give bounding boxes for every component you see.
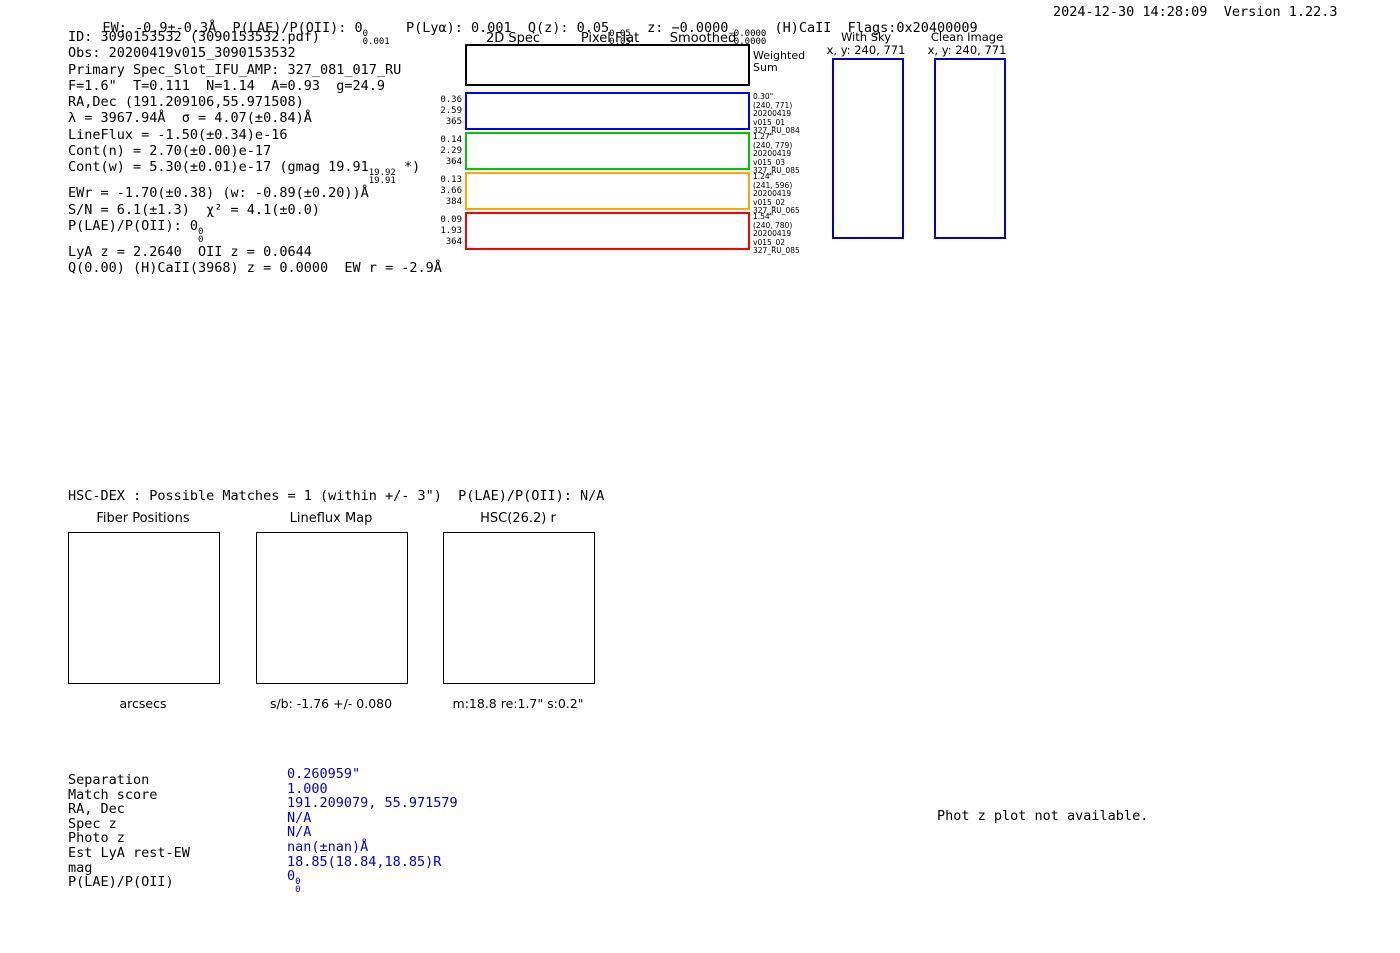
hsc-cutout-title: HSC(26.2) r xyxy=(443,511,593,526)
hsc-caption: m:18.8 re:1.7" s:0.2" xyxy=(433,696,603,711)
detection-info-block: ID: 3090153532 (3090153532.pdf) Obs: 202… xyxy=(68,29,442,277)
full-spectrum-chart xyxy=(60,270,1360,466)
twod-flat-image xyxy=(561,214,652,248)
twod-row-4-meta: 1.54"(240, 780)20200419v015_02327_RU_085 xyxy=(753,213,800,256)
version: Version 1.22.3 xyxy=(1224,4,1338,20)
clean-image xyxy=(934,58,1006,239)
twod-smoothed-image xyxy=(655,94,741,128)
info-line-seeing: F=1.6" T=0.111 N=1.14 A=0.93 g=24.9 xyxy=(68,78,442,94)
twod-row-1-weights: 0.362.59365 xyxy=(438,95,462,128)
twod-spec-image xyxy=(467,94,557,128)
twod-flat-image xyxy=(561,94,652,128)
twod-flat-image xyxy=(561,134,652,168)
twod-spec-image xyxy=(467,174,557,208)
match-table-labels: Separation Match score RA, Dec Spec z Ph… xyxy=(68,773,190,890)
twod-flat-image xyxy=(561,46,652,84)
twod-row-3-weights: 0.133.66384 xyxy=(438,175,462,208)
match-table-values: 0.260959" 1.000 191.209079, 55.971579 N/… xyxy=(287,767,458,894)
twod-row-weighted xyxy=(465,44,750,86)
header-timestamp-version: 2024-12-30 14:28:09 Version 1.22.3 xyxy=(1053,4,1338,20)
twod-smoothed-image xyxy=(655,134,741,168)
elixer-report-page: EW: -0.9±-0.3Å P(LAE)/P(OII): 000.001 P(… xyxy=(0,0,1400,953)
twod-flat-image xyxy=(561,174,652,208)
timestamp: 2024-12-30 14:28:09 xyxy=(1053,4,1207,20)
fiber-positions-image xyxy=(68,532,220,684)
info-line-id: ID: 3090153532 (3090153532.pdf) xyxy=(68,29,442,45)
line-fit-inset-chart xyxy=(1025,42,1315,227)
info-line-lineflux: LineFlux = -1.50(±0.34)e-16 xyxy=(68,127,442,143)
twod-spec-image xyxy=(467,214,557,248)
withsky-image xyxy=(832,58,904,239)
lineflux-caption: s/b: -1.76 +/- 0.080 xyxy=(246,696,416,711)
lineflux-map-title: Lineflux Map xyxy=(256,511,406,526)
info-line-plae: P(LAE)/P(OII): 000 xyxy=(68,218,442,244)
info-line-sn: S/N = 6.1(±1.3) χ² = 4.1(±0.0) xyxy=(68,202,442,218)
lineflux-map-image xyxy=(256,532,408,684)
twod-smoothed-image xyxy=(655,174,741,208)
twod-row-3 xyxy=(465,172,750,210)
info-line-radec: RA,Dec (191.209106,55.971508) xyxy=(68,94,442,110)
info-line-lambda: λ = 3967.94Å σ = 4.07(±0.84)Å xyxy=(68,110,442,126)
twod-row-3-meta: 1.24"(241, 596)20200419v015_02327_RU_065 xyxy=(753,173,800,216)
fiber-caption: arcsecs xyxy=(68,696,218,711)
twod-smoothed-image xyxy=(655,46,741,84)
twod-row-4 xyxy=(465,212,750,250)
fiber-positions-title: Fiber Positions xyxy=(68,511,218,526)
twod-spec-image xyxy=(467,46,557,84)
twod-row-1-meta: 0.30"(240, 771)20200419v015_01327_RU_084 xyxy=(753,93,800,136)
hsc-cutout-image xyxy=(443,532,595,684)
twod-row-4-weights: 0.091.93364 xyxy=(438,215,462,248)
twod-row-2 xyxy=(465,132,750,170)
twod-row-2-weights: 0.142.29364 xyxy=(438,135,462,168)
twod-row-1 xyxy=(465,92,750,130)
twod-row-2-meta: 1.27"(240, 779)20200419v015_03327_RU_085 xyxy=(753,133,800,176)
info-line-primary: Primary Spec_Slot_IFU_AMP: 327_081_017_R… xyxy=(68,62,442,78)
clean-title: Clean Imagex, y: 240, 771 xyxy=(907,31,1027,57)
info-line-ewr: EWr = -1.70(±0.38) (w: -0.89(±0.20))Å xyxy=(68,185,442,201)
info-line-lyaz: LyA z = 2.2640 OII z = 0.0644 xyxy=(68,244,442,260)
info-line-obs: Obs: 20200419v015_3090153532 xyxy=(68,45,442,61)
info-line-contn: Cont(n) = 2.70(±0.00)e-17 xyxy=(68,143,442,159)
hscdex-match-line: HSC-DEX : Possible Matches = 1 (within +… xyxy=(68,488,604,504)
twod-smoothed-image xyxy=(655,214,741,248)
weighted-sum-label: WeightedSum xyxy=(753,50,805,74)
twod-spec-image xyxy=(467,134,557,168)
info-line-contw: Cont(w) = 5.30(±0.01)e-17 (gmag 19.9119.… xyxy=(68,159,442,185)
photz-note: Phot z plot not available. xyxy=(937,808,1148,824)
